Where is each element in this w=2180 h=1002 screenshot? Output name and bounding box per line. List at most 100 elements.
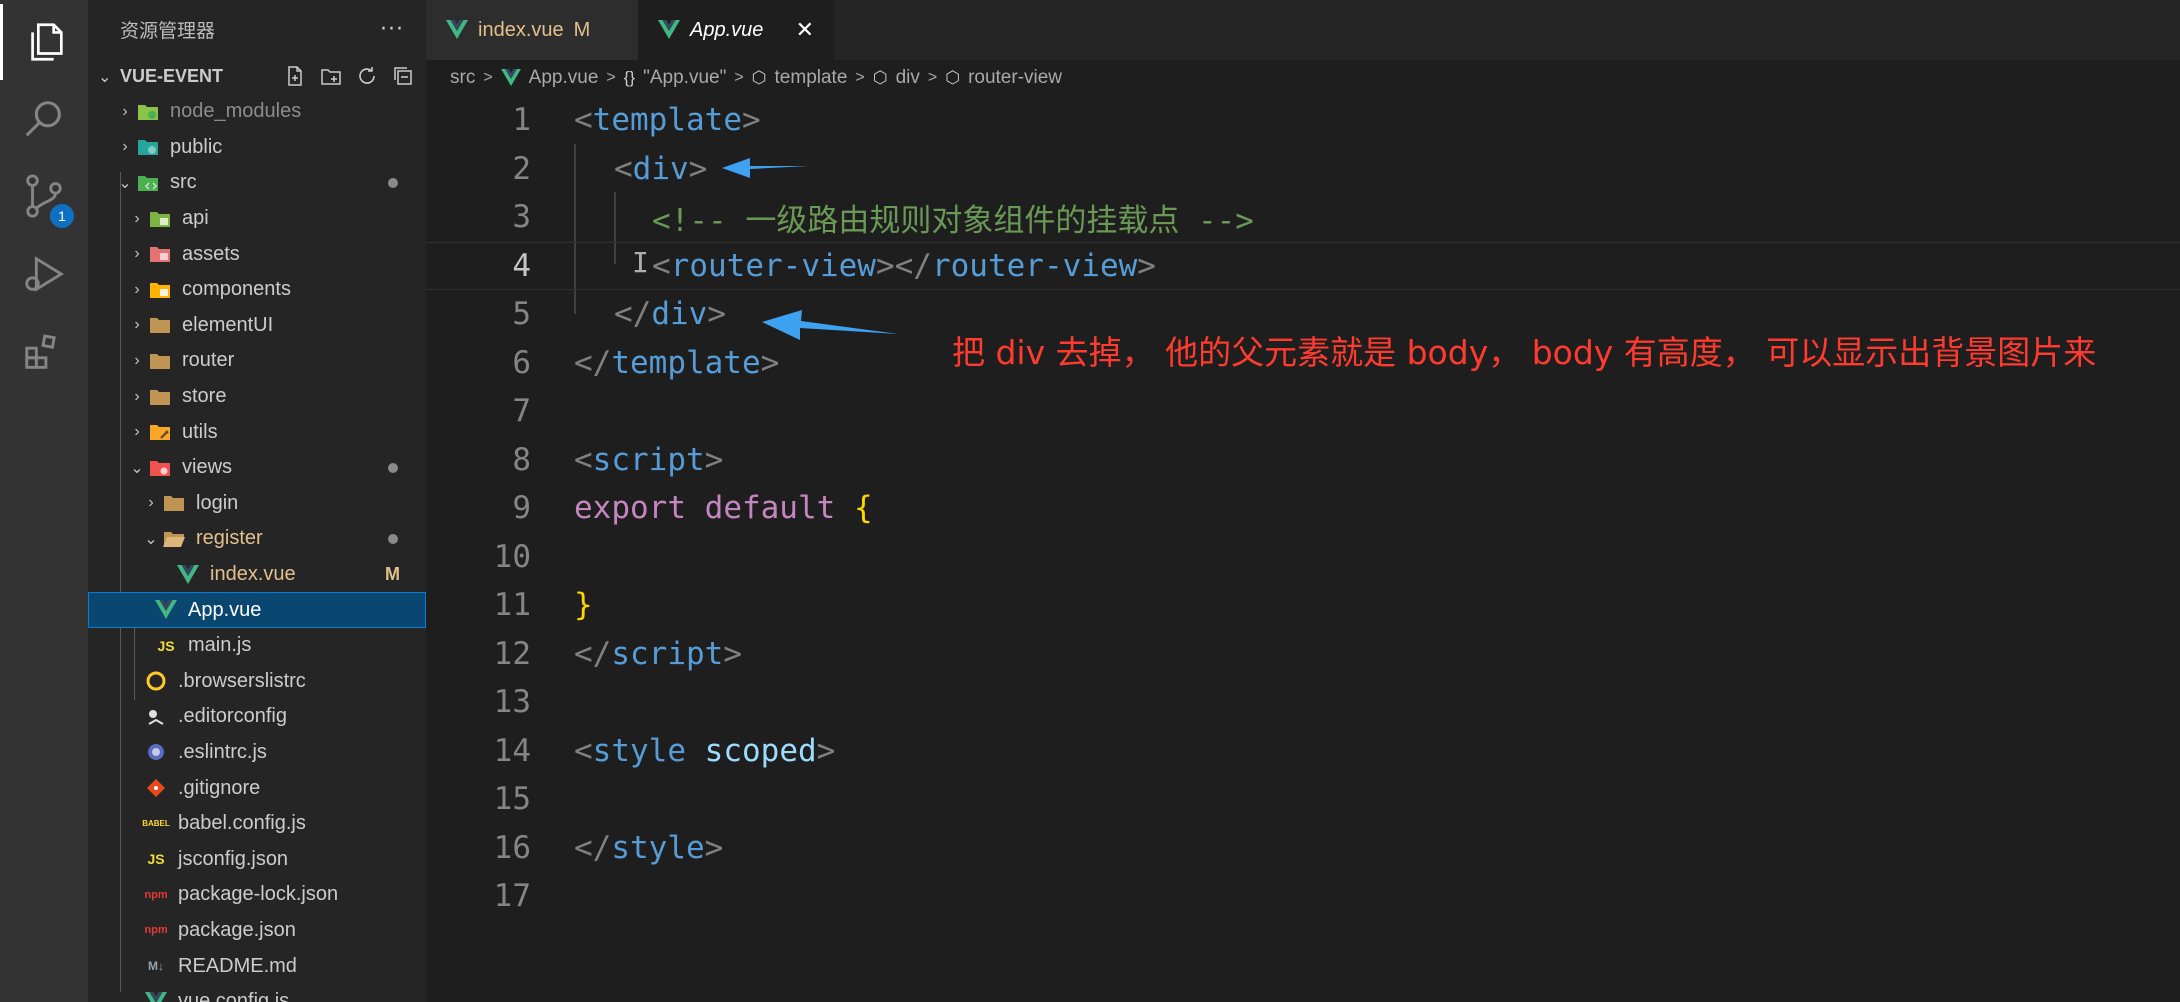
vue-file-icon — [446, 20, 468, 39]
explorer-icon[interactable] — [0, 4, 88, 80]
modified-badge: M — [385, 564, 400, 585]
breadcrumb-module[interactable]: "App.vue" — [643, 67, 726, 89]
tree-item-router[interactable]: › router — [88, 343, 426, 379]
tree-item-src[interactable]: ⌄ src — [88, 165, 426, 201]
breadcrumb-template[interactable]: template — [775, 67, 848, 89]
tree-item-babel[interactable]: BABEL babel.config.js — [88, 806, 426, 842]
code-line: 12 </script> — [426, 630, 2180, 679]
breadcrumb-router-view[interactable]: router-view — [968, 67, 1062, 89]
tree-item-views[interactable]: ⌄ views — [88, 450, 426, 486]
chevron-right-icon: › — [134, 316, 140, 334]
line-number: 16 — [493, 829, 531, 866]
line-number: 15 — [493, 781, 531, 818]
tree-item-login[interactable]: › login — [88, 486, 426, 522]
line-number: 10 — [493, 538, 531, 575]
chevron-right-icon: › — [134, 423, 140, 441]
tab-label: App.vue — [690, 18, 764, 41]
tree-item-gitignore[interactable]: .gitignore — [88, 770, 426, 806]
tab-app-vue[interactable]: App.vue ✕ — [638, 0, 834, 60]
collapse-all-icon[interactable] — [390, 64, 416, 88]
element-icon: ⬡ — [945, 68, 961, 87]
tree-item-assets[interactable]: › assets — [88, 236, 426, 272]
tree-item-app-vue[interactable]: App.vue — [88, 592, 426, 628]
chevron-down-icon: ⌄ — [98, 66, 112, 86]
tree-item-main-js[interactable]: JS main.js — [88, 628, 426, 664]
chevron-right-icon: > — [483, 69, 493, 86]
chevron-right-icon: › — [122, 102, 128, 120]
search-icon[interactable] — [0, 82, 88, 158]
code-line: 17 — [426, 872, 2180, 921]
chevron-right-icon: > — [855, 69, 865, 86]
tree-item-editorconfig[interactable]: .editorconfig — [88, 699, 426, 735]
modified-dot — [388, 178, 398, 189]
tree-item-utils[interactable]: › utils — [88, 414, 426, 450]
views-folder-icon — [148, 457, 172, 479]
tree-item-browserslistrc[interactable]: .browserslistrc — [88, 664, 426, 700]
breadcrumb-src[interactable]: src — [450, 67, 475, 89]
sidebar-title: 资源管理器 — [120, 20, 216, 42]
code-line: 9 export default { — [426, 484, 2180, 533]
modified-badge: M — [573, 18, 591, 41]
tree-item-node-modules[interactable]: › node_modules — [88, 94, 426, 130]
project-name: VUE-EVENT — [120, 65, 224, 86]
tab-index-vue[interactable]: index.vue M — [426, 0, 638, 60]
assets-folder-icon — [148, 243, 172, 265]
tree-item-register[interactable]: ⌄ register — [88, 521, 426, 557]
project-header[interactable]: ⌄ VUE-EVENT — [88, 58, 426, 94]
line-number: 4 — [512, 247, 531, 284]
extensions-icon[interactable] — [0, 314, 88, 390]
tree-item-readme[interactable]: M↓ README.md — [88, 948, 426, 984]
npm-icon: npm — [144, 924, 168, 937]
code-line: 11 } — [426, 581, 2180, 630]
breadcrumb-file[interactable]: App.vue — [529, 67, 599, 89]
utils-folder-icon — [148, 421, 172, 443]
tree-item-components[interactable]: › components — [88, 272, 426, 308]
modified-dot — [388, 462, 398, 473]
browserslist-icon — [144, 670, 168, 692]
breadcrumb-div[interactable]: div — [896, 67, 920, 89]
git-icon — [144, 777, 168, 799]
arrow-icon — [762, 310, 898, 340]
code-line: 10 — [426, 533, 2180, 582]
chevron-right-icon: › — [134, 209, 140, 227]
arrow-icon — [722, 158, 808, 178]
new-file-icon[interactable] — [282, 64, 308, 88]
js-file-icon: JS — [157, 637, 175, 654]
line-number: 7 — [512, 393, 531, 430]
more-actions-icon[interactable]: ··· — [380, 17, 404, 42]
tree-item-api[interactable]: › api — [88, 201, 426, 237]
close-icon[interactable]: ✕ — [796, 17, 814, 43]
line-number: 2 — [512, 150, 531, 187]
tree-item-jsconfig[interactable]: JS jsconfig.json — [88, 841, 426, 877]
tree-item-package-lock[interactable]: npm package-lock.json — [88, 877, 426, 913]
chevron-down-icon: ⌄ — [130, 459, 144, 477]
tree-item-public[interactable]: › public — [88, 130, 426, 166]
file-tree: › node_modules › public ⌄ src › api › as… — [88, 94, 426, 1002]
tree-item-index-vue[interactable]: index.vue M — [88, 557, 426, 593]
element-icon: ⬡ — [751, 68, 767, 87]
tree-item-eslintrc[interactable]: .eslintrc.js — [88, 735, 426, 771]
folder-icon — [148, 350, 172, 372]
new-folder-icon[interactable] — [318, 64, 344, 88]
line-number: 11 — [493, 587, 531, 624]
tree-item-vue-config[interactable]: vue.config.js — [88, 984, 426, 1002]
chevron-right-icon: › — [134, 387, 140, 405]
line-number: 3 — [512, 199, 531, 236]
scm-badge: 1 — [50, 204, 74, 228]
line-number: 1 — [512, 102, 531, 139]
editor-tabs: index.vue M App.vue ✕ — [426, 0, 2180, 60]
line-number: 6 — [512, 344, 531, 381]
tree-item-elementui[interactable]: › elementUI — [88, 308, 426, 344]
code-line: 14 <style scoped> — [426, 727, 2180, 776]
node-folder-icon — [136, 101, 160, 123]
tree-item-package-json[interactable]: npm package.json — [88, 913, 426, 949]
source-control-icon[interactable]: 1 — [0, 158, 88, 234]
chevron-right-icon: > — [927, 69, 938, 86]
refresh-icon[interactable] — [354, 64, 380, 88]
code-editor[interactable]: 1 <template> 2 <div> 3 <!-- 一级路由规则对象组件的挂… — [426, 96, 2180, 1002]
editorconfig-icon — [144, 706, 168, 728]
api-folder-icon — [148, 208, 172, 230]
run-debug-icon[interactable] — [0, 236, 88, 312]
tree-item-store[interactable]: › store — [88, 379, 426, 415]
code-line: 2 <div> — [426, 145, 2180, 194]
